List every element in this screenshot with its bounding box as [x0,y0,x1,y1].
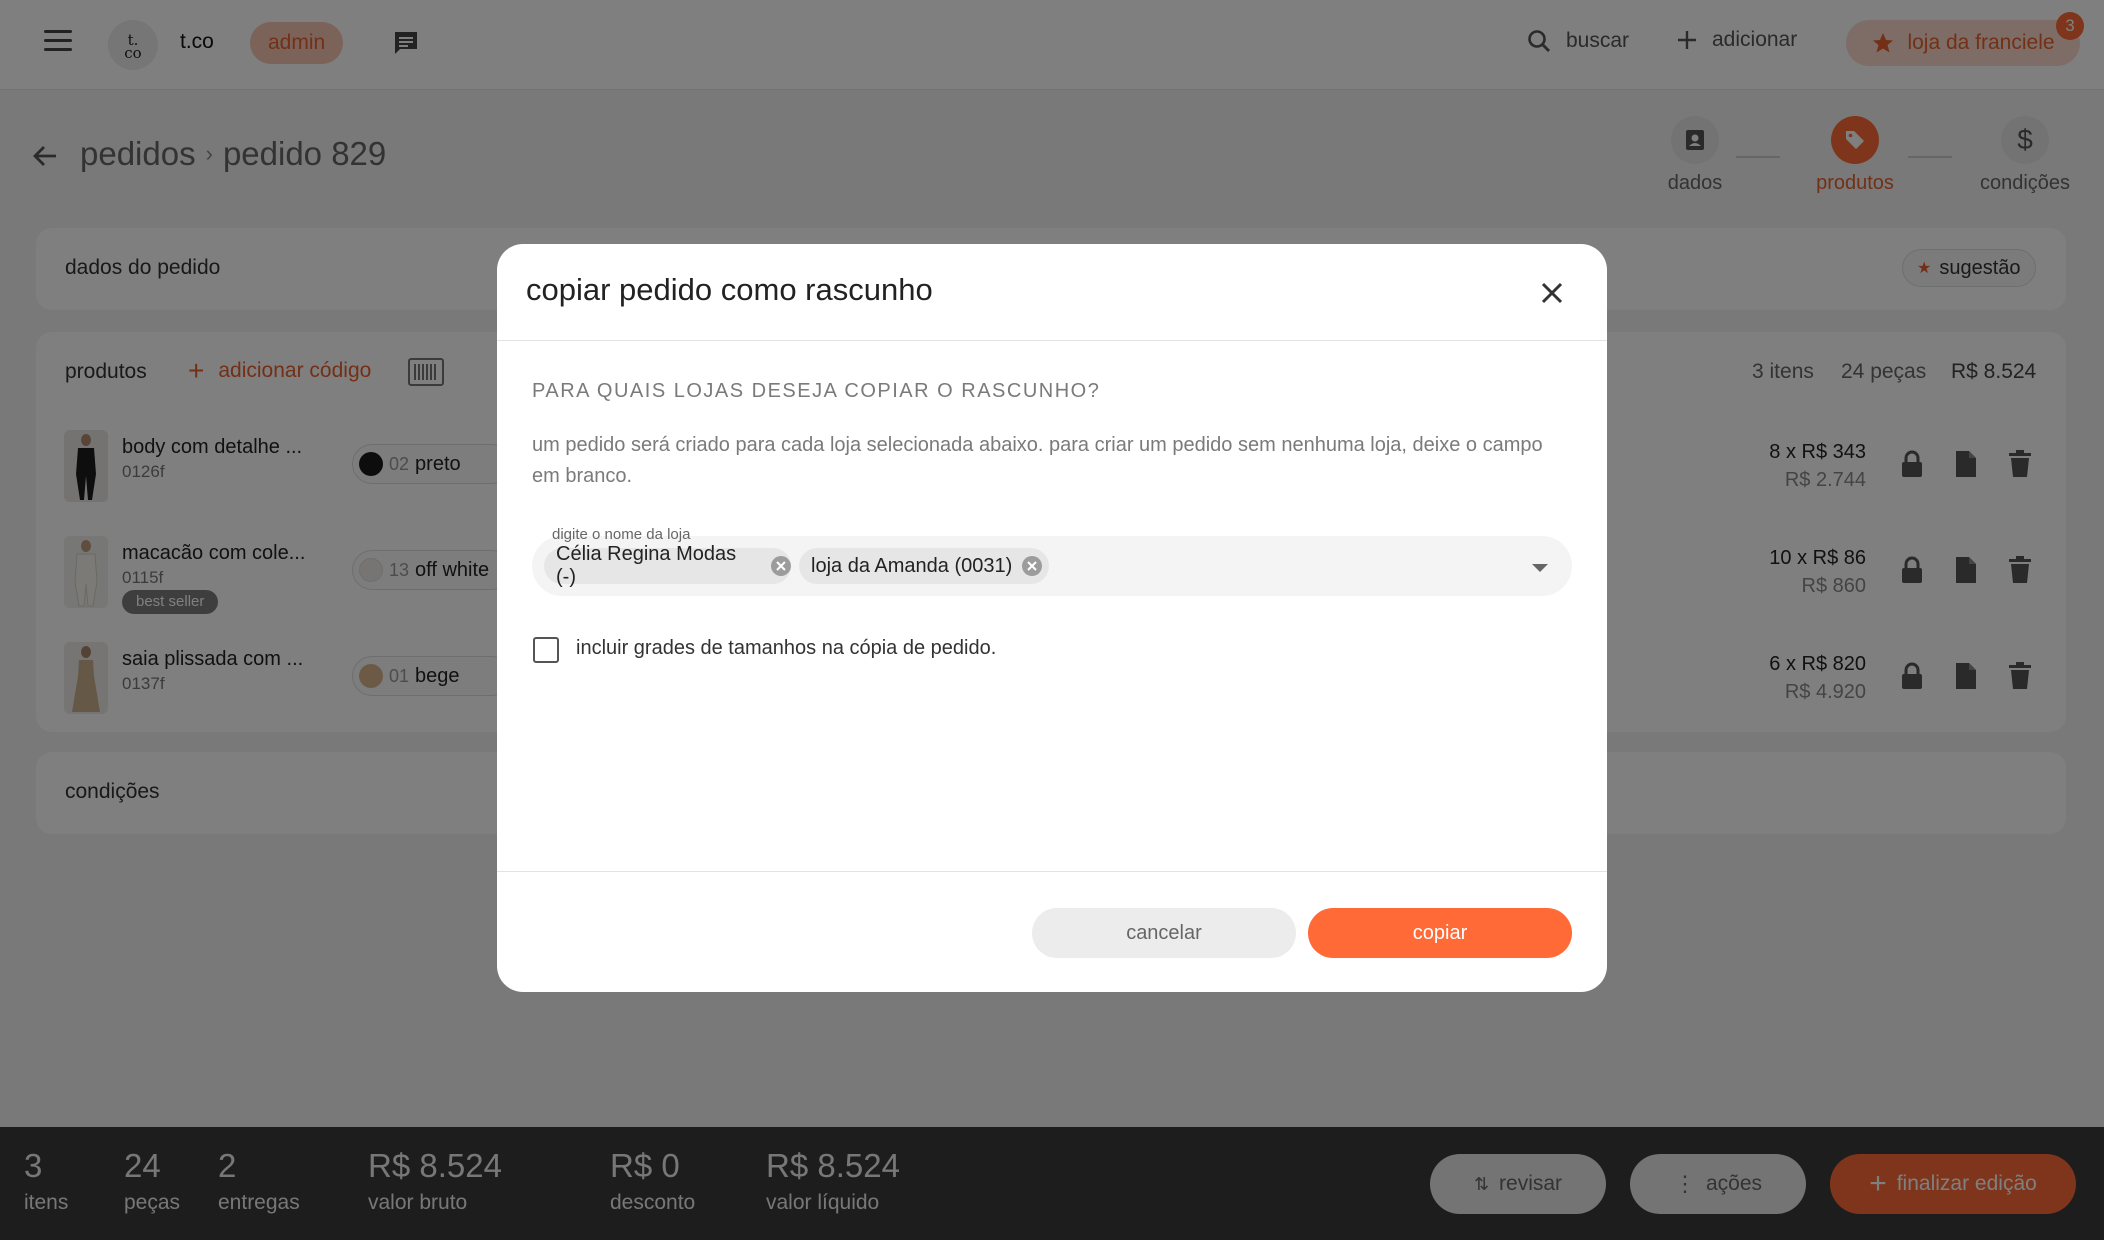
store-chip: loja da Amanda (0031) [799,548,1049,584]
dropdown-arrow-icon[interactable] [1532,564,1548,572]
remove-chip-icon[interactable] [1022,556,1043,576]
divider [497,340,1607,341]
dialog-description: um pedido será criado para cada loja sel… [532,434,1543,487]
close-icon[interactable] [1537,278,1567,308]
store-field-label: digite o nome da loja [552,526,691,543]
divider [497,871,1607,872]
remove-chip-icon[interactable] [771,556,791,576]
copy-button[interactable]: copiar [1308,908,1572,958]
copy-draft-dialog: copiar pedido como rascunho PARA QUAIS L… [497,244,1607,992]
chip-label: Célia Regina Modas (-) [556,543,737,588]
include-sizes-checkbox[interactable] [533,637,559,663]
include-sizes-label[interactable]: incluir grades de tamanhos na cópia de p… [576,637,996,660]
store-chip: Célia Regina Modas (-) [544,543,791,588]
dialog-title: copiar pedido como rascunho [526,272,933,307]
cancel-button[interactable]: cancelar [1032,908,1296,958]
dialog-question: PARA QUAIS LOJAS DESEJA COPIAR O RASCUNH… [532,380,1101,402]
chip-label: loja da Amanda (0031) [811,554,1013,577]
